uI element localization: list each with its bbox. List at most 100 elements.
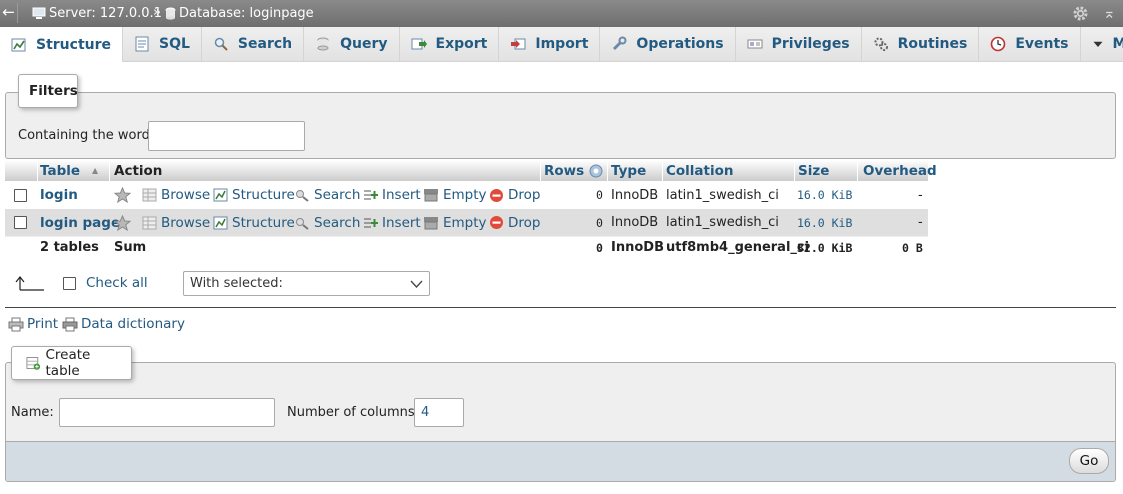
go-button[interactable]: Go bbox=[1069, 448, 1109, 474]
create-table-footer bbox=[6, 441, 1115, 481]
empty-action[interactable]: Empty bbox=[423, 209, 487, 236]
wrench-icon bbox=[613, 36, 627, 51]
table-header-row: Table ▲ Action Rows Type Collation Size … bbox=[5, 160, 937, 181]
collation-value: latin1_swedish_ci bbox=[666, 215, 779, 230]
table-name-link[interactable]: login page bbox=[40, 209, 120, 236]
insert-action[interactable]: Insert bbox=[363, 181, 421, 209]
column-header-size[interactable]: Size bbox=[798, 160, 829, 181]
tab-structure[interactable]: Structure bbox=[0, 27, 124, 62]
drop-action[interactable]: Drop bbox=[489, 209, 540, 236]
column-header-rows[interactable]: Rows bbox=[544, 160, 603, 181]
tab-operations[interactable]: Operations bbox=[600, 27, 736, 61]
breadcrumb-server-label[interactable]: Server: 127.0.0.1 bbox=[49, 6, 162, 21]
tab-privileges[interactable]: Privileges bbox=[735, 27, 862, 61]
navigation-toggle-icon[interactable]: ← bbox=[0, 3, 18, 23]
favorite-star-icon[interactable] bbox=[114, 181, 131, 209]
structure-action[interactable]: Structure bbox=[213, 209, 295, 236]
filter-input[interactable] bbox=[148, 121, 305, 151]
search-action[interactable]: Search bbox=[295, 209, 360, 236]
empty-icon bbox=[424, 189, 438, 202]
create-table-legend-label: Create table bbox=[45, 347, 91, 379]
column-header-overhead[interactable]: Overhead bbox=[863, 160, 937, 181]
routines-icon bbox=[874, 37, 888, 51]
size-link[interactable]: 16.0 KiB bbox=[797, 209, 852, 236]
browse-icon bbox=[142, 216, 157, 229]
tab-routines[interactable]: Routines bbox=[861, 27, 980, 61]
clock-icon bbox=[991, 36, 1006, 52]
drop-action[interactable]: Drop bbox=[489, 181, 540, 209]
tab-export[interactable]: Export bbox=[399, 27, 500, 61]
print-link[interactable]: Print bbox=[8, 316, 58, 332]
favorite-star-icon[interactable] bbox=[114, 209, 131, 236]
sql-icon bbox=[135, 36, 149, 52]
filters-legend: Filters bbox=[18, 74, 78, 108]
summary-rows: 0 bbox=[596, 240, 603, 255]
create-table-legend: Create table bbox=[11, 346, 132, 380]
summary-collation: utf8mb4_general_ci bbox=[666, 240, 810, 255]
insert-action[interactable]: Insert bbox=[363, 209, 421, 236]
browse-icon bbox=[142, 188, 157, 202]
data-dictionary-link[interactable]: Data dictionary bbox=[62, 316, 185, 332]
help-icon[interactable] bbox=[589, 164, 603, 178]
tab-sql[interactable]: SQL bbox=[123, 27, 202, 61]
row-checkbox[interactable] bbox=[14, 188, 27, 202]
tab-more[interactable]: More bbox=[1080, 27, 1123, 61]
gear-icon[interactable] bbox=[1072, 5, 1089, 22]
query-icon bbox=[317, 37, 329, 51]
column-header-type[interactable]: Type bbox=[611, 160, 646, 181]
search-icon bbox=[296, 190, 309, 202]
drop-icon bbox=[490, 188, 503, 202]
tab-import[interactable]: Import bbox=[499, 27, 601, 61]
table-name-link[interactable]: login bbox=[40, 181, 78, 209]
structure-icon bbox=[11, 38, 26, 51]
tab-search-label: Search bbox=[237, 36, 293, 52]
tab-operations-label: Operations bbox=[636, 36, 724, 52]
chevron-down-icon bbox=[410, 280, 423, 288]
tab-events-label: Events bbox=[1015, 36, 1069, 52]
engine-type: InnoDB bbox=[611, 187, 659, 203]
table-row: login page Browse Structure Search Inser… bbox=[5, 209, 928, 236]
structure-action[interactable]: Structure bbox=[213, 181, 295, 209]
column-header-table[interactable]: Table ▲ bbox=[40, 160, 98, 181]
arrow-up-left-icon bbox=[15, 276, 44, 291]
overhead-value: - bbox=[918, 215, 923, 230]
table-name-input[interactable] bbox=[59, 398, 275, 427]
breadcrumb-separator: » bbox=[153, 5, 161, 20]
tab-more-label: More bbox=[1112, 36, 1123, 52]
engine-type: InnoDB bbox=[611, 215, 659, 230]
summary-size: 32.0 KiB bbox=[797, 240, 853, 255]
check-all-checkbox[interactable] bbox=[63, 277, 76, 290]
sort-ascending-icon[interactable]: ▲ bbox=[92, 166, 98, 175]
browse-action[interactable]: Browse bbox=[142, 181, 210, 209]
triangle-down-icon bbox=[1093, 41, 1102, 47]
insert-icon bbox=[364, 218, 378, 227]
collapse-icon[interactable]: ⌅ bbox=[1103, 4, 1116, 22]
overhead-value: - bbox=[918, 187, 923, 203]
main-tab-menu: Structure SQL Search Query Export Import… bbox=[0, 27, 1123, 62]
tab-query[interactable]: Query bbox=[304, 27, 400, 61]
tab-export-label: Export bbox=[435, 36, 488, 52]
data-dictionary-icon bbox=[62, 317, 78, 331]
with-selected-dropdown[interactable]: With selected: bbox=[183, 271, 430, 296]
empty-action[interactable]: Empty bbox=[423, 181, 487, 209]
row-checkbox[interactable] bbox=[14, 216, 27, 229]
filters-legend-label: Filters bbox=[29, 83, 78, 99]
divider bbox=[5, 307, 1116, 308]
tab-search[interactable]: Search bbox=[201, 27, 305, 61]
tab-events[interactable]: Events bbox=[979, 27, 1081, 61]
breadcrumb-database-label[interactable]: Database: loginpage bbox=[179, 6, 314, 21]
with-selected-value: With selected: bbox=[190, 276, 283, 291]
insert-icon bbox=[364, 190, 378, 200]
column-header-collation[interactable]: Collation bbox=[666, 160, 734, 181]
breadcrumb-server[interactable]: Server: 127.0.0.1 bbox=[32, 6, 162, 21]
number-of-columns-input[interactable]: 4 bbox=[414, 398, 464, 427]
search-action[interactable]: Search bbox=[295, 181, 360, 209]
number-of-columns-label: Number of columns: bbox=[287, 405, 420, 420]
breadcrumb-database[interactable]: Database: loginpage bbox=[165, 6, 314, 21]
size-link[interactable]: 16.0 KiB bbox=[797, 181, 852, 209]
table-name-label: Name: bbox=[11, 405, 54, 420]
browse-action[interactable]: Browse bbox=[142, 209, 210, 236]
check-all-label[interactable]: Check all bbox=[86, 275, 148, 291]
printer-icon bbox=[8, 317, 24, 331]
empty-icon bbox=[424, 216, 438, 229]
